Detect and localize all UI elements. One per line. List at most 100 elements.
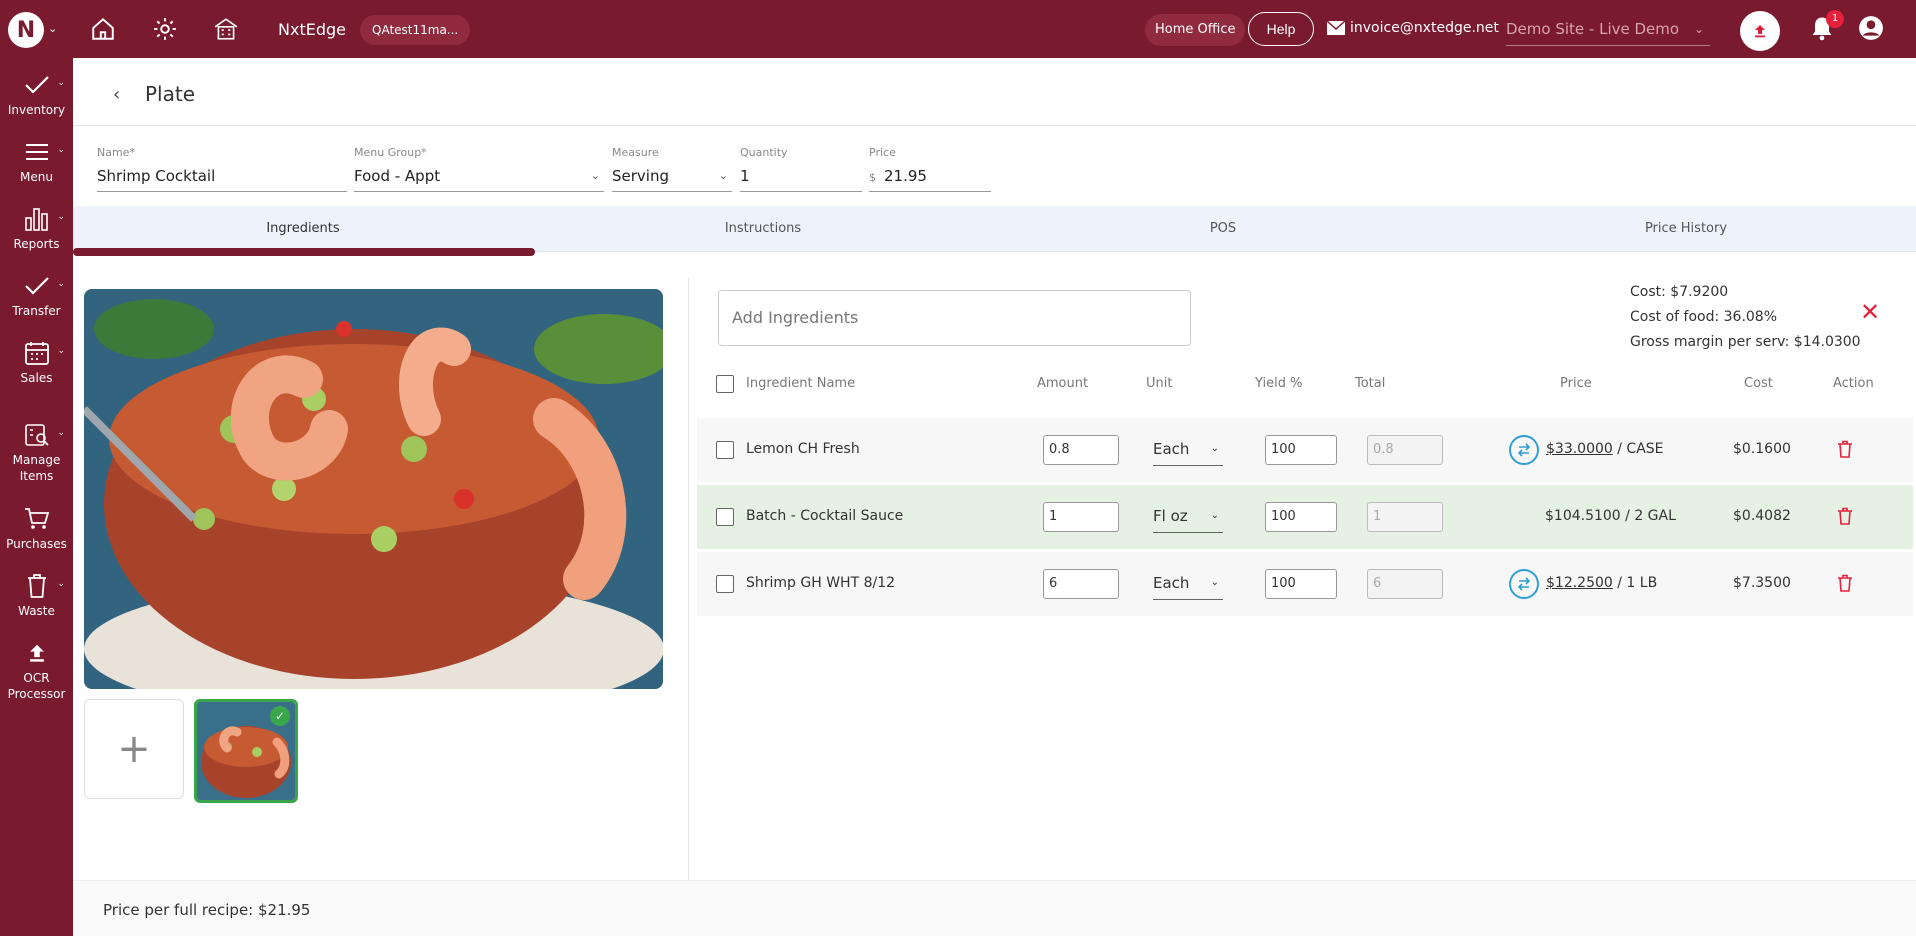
chevron-down-icon: ⌄ [590,169,600,182]
sidebar-item-inventory[interactable]: ⌄ Inventory [0,68,73,118]
back-arrow-icon[interactable]: ‹ [113,84,120,105]
sidebar-item-purchases[interactable]: Purchases [0,502,73,552]
unit-select[interactable]: Fl oz ⌄ [1153,501,1223,533]
chevron-down-icon: ⌄ [1210,577,1219,588]
office-selector[interactable]: Home Office [1145,14,1246,46]
price-link[interactable]: $12.2500 [1546,575,1613,591]
delete-icon[interactable] [1837,574,1855,594]
amount-input[interactable]: 0.8 [1043,435,1119,465]
sidebar-item-label: Sales [20,371,53,385]
sidebar-item-menu[interactable]: ⌄ Menu [0,135,73,185]
price-input[interactable]: $21.95 [869,162,991,192]
unit-value: Each [1153,574,1190,592]
cost-of-food-text: Cost of food: 36.08% [1630,309,1778,325]
cost-summary: Cost: $7.9200 Cost of food: 36.08% Gross… [1630,280,1861,355]
menu-group-value: Food - Appt [354,167,441,185]
upload-icon [29,644,44,662]
dish-photo [84,289,663,689]
site-select[interactable]: Demo Site - Live Demo ⌄ [1506,14,1710,46]
sidebar-item-manage-items[interactable]: ⌄ Manage Items [0,418,73,484]
name-label: Name* [97,146,135,159]
building-icon[interactable] [211,14,241,44]
sidebar-item-transfer[interactable]: ⌄ Transfer [0,269,73,319]
select-all-checkbox[interactable] [716,375,734,393]
top-bar: N ⌄ NxtEdge QAtest11ma... Home Office He… [0,0,1916,58]
gross-margin-text: Gross margin per serv: $14.0300 [1630,334,1861,350]
name-field[interactable]: Name* Shrimp Cocktail [97,146,347,192]
sidebar-item-label: Waste [18,604,55,618]
tab-bar: Ingredients Instructions POS Price Histo… [73,206,1916,252]
price-text: $104.5100 / 2 GAL [1545,508,1676,524]
quantity-field[interactable]: Quantity 1 [740,146,862,192]
menu-group-field[interactable]: Menu Group* Food - Appt ⌄ [354,146,604,192]
account-selector[interactable]: QAtest11ma... [360,15,471,45]
add-photo-button[interactable]: + [84,699,184,799]
tab-price-history[interactable]: Price History [1456,206,1916,252]
upload-button[interactable] [1740,11,1780,51]
row-checkbox[interactable] [716,575,734,593]
header-cost: Cost [1744,376,1773,391]
sidebar-item-waste[interactable]: ⌄ Waste [0,569,73,619]
close-icon[interactable]: ✕ [1860,300,1880,324]
header-yield: Yield % [1255,376,1303,391]
page-title: Plate [145,82,196,106]
header-total: Total [1355,376,1386,391]
unit-value: Fl oz [1153,507,1188,525]
price-link[interactable]: $33.0000 [1546,441,1613,457]
total-input: 1 [1367,502,1443,532]
chevron-down-icon[interactable]: ⌄ [48,22,57,35]
delete-icon[interactable] [1837,440,1855,460]
row-checkbox[interactable] [716,508,734,526]
nxtedge-logo[interactable]: N [8,12,44,48]
unit-value: Each [1153,440,1190,458]
gear-icon[interactable] [150,14,180,44]
home-icon[interactable] [88,14,118,44]
delete-icon[interactable] [1837,507,1855,527]
currency-symbol: $ [869,171,876,184]
price-value: 21.95 [884,167,927,185]
calendar-icon [24,342,49,365]
unit-select[interactable]: Each ⌄ [1153,434,1223,466]
amount-input[interactable]: 1 [1043,502,1119,532]
email-link[interactable]: invoice@nxtedge.net [1326,20,1499,36]
swap-icon[interactable] [1509,569,1539,599]
help-button[interactable]: Help [1248,12,1314,46]
cost-value: $0.4082 [1733,508,1791,524]
yield-input[interactable]: 100 [1265,569,1337,599]
row-checkbox[interactable] [716,441,734,459]
sidebar-item-ocr-processor[interactable]: OCR Processor [0,636,73,702]
amount-input[interactable]: 6 [1043,569,1119,599]
chevron-down-icon: ⌄ [1210,443,1219,454]
quantity-input[interactable]: 1 [740,162,862,192]
price-field[interactable]: Price $21.95 [869,146,991,192]
sidebar-item-reports[interactable]: ⌄ Reports [0,202,73,252]
yield-input[interactable]: 100 [1265,502,1337,532]
plus-icon: + [117,726,151,772]
sidebar: ⌄ Inventory ⌄ Menu ⌄ Reports ⌄ Transfer … [0,58,73,936]
header-ingredient-name: Ingredient Name [746,376,856,391]
footer: Price per full recipe: $21.95 [73,880,1916,936]
sidebar-item-label: Reports [13,237,60,251]
table-row: Lemon CH Fresh 0.8 Each ⌄ 100 0.8 $33.000… [697,418,1913,482]
menu-group-select[interactable]: Food - Appt ⌄ [354,162,604,192]
tab-ingredients[interactable]: Ingredients [73,206,533,252]
ingredient-name: Shrimp GH WHT 8/12 [746,575,896,591]
mail-icon [1326,20,1346,35]
yield-input[interactable]: 100 [1265,435,1337,465]
measure-field[interactable]: Measure Serving ⌄ [612,146,732,192]
name-input[interactable]: Shrimp Cocktail [97,162,347,192]
measure-select[interactable]: Serving ⌄ [612,162,732,192]
sidebar-item-sales[interactable]: ⌄ Sales [0,336,73,386]
add-ingredients-input[interactable]: Add Ingredients [718,290,1191,346]
notification-badge: 1 [1826,10,1844,28]
check-icon [24,76,49,94]
tab-pos[interactable]: POS [993,206,1453,252]
unit-select[interactable]: Each ⌄ [1153,568,1223,600]
swap-icon[interactable] [1509,435,1539,465]
email-text: invoice@nxtedge.net [1350,20,1499,36]
user-icon[interactable] [1858,15,1886,43]
measure-label: Measure [612,146,659,159]
total-input: 0.8 [1367,435,1443,465]
tab-instructions[interactable]: Instructions [533,206,993,252]
price-unit: / 1 LB [1617,575,1658,591]
